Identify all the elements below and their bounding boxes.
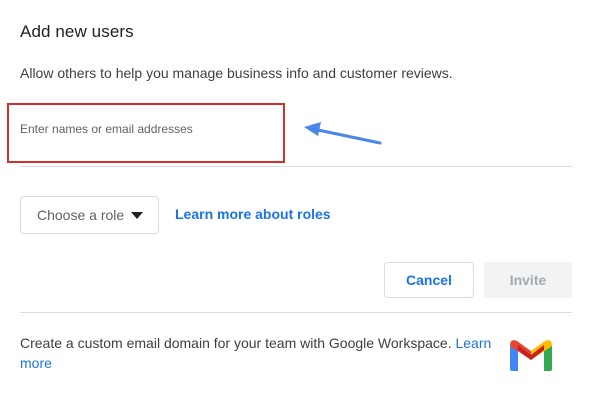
workspace-promo-text: Create a custom email domain for your te… — [20, 335, 452, 351]
footer-divider — [20, 312, 572, 313]
learn-more-roles-link[interactable]: Learn more about roles — [175, 206, 331, 222]
role-select-label: Choose a role — [37, 207, 125, 223]
add-users-dialog: Add new users Allow others to help you m… — [0, 0, 594, 409]
invite-button[interactable]: Invite — [484, 262, 572, 298]
dialog-title: Add new users — [20, 22, 134, 41]
users-input[interactable] — [20, 119, 270, 139]
cancel-button[interactable]: Cancel — [384, 262, 474, 298]
role-select[interactable]: Choose a role — [20, 196, 159, 234]
caret-down-icon — [131, 211, 144, 219]
dialog-description: Allow others to help you manage business… — [20, 65, 453, 81]
gmail-icon — [510, 340, 552, 371]
workspace-promo: Create a custom email domain for your te… — [20, 333, 500, 373]
users-field[interactable] — [20, 109, 572, 167]
